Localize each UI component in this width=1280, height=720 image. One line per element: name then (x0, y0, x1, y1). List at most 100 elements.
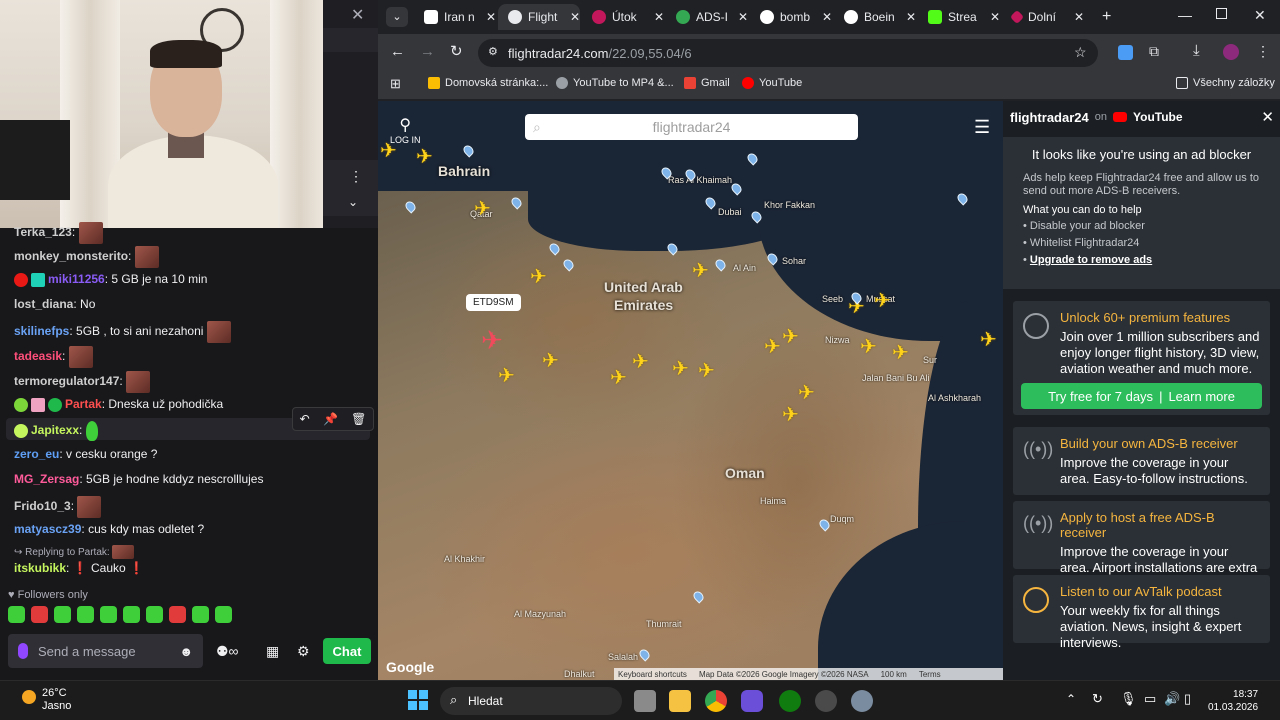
tab-close-icon[interactable]: ✕ (738, 10, 748, 24)
tab[interactable]: Útok ✕ (582, 4, 664, 30)
aircraft-icon[interactable]: ✈ (874, 291, 891, 311)
settings-icon[interactable] (851, 690, 873, 712)
clock[interactable]: 18:37 01.03.2026 (1208, 688, 1258, 714)
pin-icon[interactable]: 📌 (323, 412, 338, 426)
aircraft-icon[interactable]: ✈ (764, 337, 781, 357)
bookmark-star-icon[interactable]: ☆ (1074, 44, 1087, 61)
username[interactable]: Japitexx (31, 423, 79, 437)
chevron-up-icon[interactable]: ⌃ (1066, 692, 1076, 706)
bookmark[interactable]: Domovská stránka:... (428, 77, 548, 89)
aircraft-icon[interactable]: ✈ (542, 351, 559, 371)
undo-icon[interactable]: ↶ (300, 412, 310, 426)
tab-close-icon[interactable]: ✕ (570, 10, 580, 24)
map-search[interactable]: ⌕ flightradar24 (525, 114, 858, 140)
tab-close-icon[interactable]: ✕ (1074, 10, 1084, 24)
chat-button[interactable]: Chat (323, 638, 371, 664)
task-view-icon[interactable] (634, 690, 656, 712)
tab-search-icon[interactable]: ⌄ (386, 7, 408, 27)
forward-icon[interactable]: → (420, 43, 435, 60)
obs-icon[interactable] (815, 690, 837, 712)
extension-icon[interactable] (1118, 45, 1133, 60)
apps-grid-icon[interactable]: ⊞ (390, 76, 401, 92)
tab[interactable]: Strea ✕ (918, 4, 1000, 30)
profile-avatar[interactable] (1223, 44, 1239, 60)
aircraft-icon[interactable]: ✈ (498, 366, 515, 386)
tab[interactable]: Dolní ✕ (1002, 4, 1084, 30)
tab-close-icon[interactable]: ✕ (822, 10, 832, 24)
download-icon[interactable]: ⤓ (1193, 42, 1200, 59)
bookmark[interactable]: Gmail (684, 77, 730, 89)
close-icon[interactable]: ✕ (351, 5, 364, 25)
username[interactable]: monkey_monsterito (14, 249, 128, 263)
receiver-pin-icon[interactable] (691, 589, 706, 604)
receiver-pin-icon[interactable] (713, 257, 728, 272)
tab[interactable]: bomb ✕ (750, 4, 832, 30)
tab[interactable]: Boein ✕ (834, 4, 916, 30)
settings-icon[interactable]: ⚙ (297, 643, 310, 660)
emote-button[interactable] (31, 606, 48, 623)
aircraft-icon[interactable]: ✈ (798, 383, 815, 403)
receiver-pin-icon[interactable] (509, 195, 524, 210)
aircraft-icon[interactable]: ✈ (416, 147, 433, 167)
flight-map[interactable]: ⚲ LOG IN ⌕ flightradar24 ☰ Bahrain United … (378, 101, 1003, 680)
microphone-icon[interactable] (18, 643, 28, 659)
file-explorer-icon[interactable] (669, 690, 691, 712)
aircraft-icon[interactable]: ✈ (980, 330, 997, 350)
more-icon[interactable]: ⋮ (349, 168, 363, 185)
username[interactable]: miki11256 (48, 272, 105, 286)
aircraft-icon[interactable]: ✈ (782, 405, 799, 425)
emote-button[interactable] (100, 606, 117, 623)
emote-button[interactable] (215, 606, 232, 623)
hamburger-menu-icon[interactable]: ☰ (974, 117, 990, 138)
tab-close-icon[interactable]: ✕ (906, 10, 916, 24)
username[interactable]: Terka_123 (14, 225, 72, 239)
username[interactable]: termoregulator147 (14, 374, 119, 388)
receiver-pin-icon[interactable] (547, 241, 562, 256)
new-tab-icon[interactable]: + (1102, 8, 1111, 26)
site-info-icon[interactable]: ⚙ (488, 45, 498, 58)
menu-icon[interactable]: ⋮ (1256, 43, 1270, 60)
callsign-label[interactable]: ETD9SM (466, 294, 521, 311)
receiver-pin-icon[interactable] (403, 199, 418, 214)
podcast-card[interactable]: Listen to our AvTalk podcast Your weekly… (1013, 575, 1270, 650)
username[interactable]: Partak (65, 397, 102, 411)
emote-button[interactable] (123, 606, 140, 623)
aircraft-icon[interactable]: ✈ (698, 361, 715, 381)
emote-button[interactable] (146, 606, 163, 623)
aircraft-icon[interactable]: ✈ (632, 352, 649, 372)
username[interactable]: skilinefps (14, 324, 69, 338)
aircraft-icon[interactable]: ✈ (692, 261, 709, 281)
sync-icon[interactable]: ↻ (1092, 691, 1103, 707)
emote-button[interactable] (169, 606, 186, 623)
app-icon[interactable] (741, 690, 763, 712)
tab[interactable]: Iran n ✕ (414, 4, 496, 30)
tab-active[interactable]: Flight ✕ (498, 4, 580, 30)
delete-icon[interactable]: 🗑 (351, 412, 366, 426)
tab-close-icon[interactable]: ✕ (486, 10, 496, 24)
aircraft-icon[interactable]: ✈ (610, 368, 627, 388)
maximize-icon[interactable] (1216, 8, 1227, 19)
help-option[interactable]: • Upgrade to remove ads (1023, 254, 1260, 266)
tab[interactable]: ADS-I ✕ (666, 4, 748, 30)
extensions-puzzle-icon[interactable]: ⧉ (1149, 43, 1159, 60)
terms-link[interactable]: Terms (919, 670, 941, 679)
window-close-icon[interactable]: ✕ (1254, 7, 1266, 24)
username[interactable]: Frido10_3 (14, 499, 71, 513)
receiver-pin-icon[interactable] (561, 257, 576, 272)
aircraft-icon[interactable]: ✈ (474, 199, 491, 219)
close-icon[interactable]: ✕ (1261, 108, 1274, 126)
username[interactable]: zero_eu (14, 447, 59, 461)
aircraft-icon[interactable]: ✈ (782, 327, 799, 347)
selected-aircraft-icon[interactable]: ✈ (481, 325, 503, 356)
receiver-card[interactable]: ((•)) Build your own ADS-B receiver Impr… (1013, 427, 1270, 495)
username[interactable]: MG_Zersag (14, 472, 79, 486)
aircraft-icon[interactable]: ✈ (892, 343, 909, 363)
aircraft-icon[interactable]: ✈ (672, 359, 689, 379)
start-button[interactable] (408, 690, 428, 710)
chrome-icon[interactable] (705, 690, 727, 712)
try-free-button[interactable]: Try free for 7 days | Learn more (1021, 383, 1262, 409)
weather-widget[interactable]: 26°C Jasno (22, 687, 71, 713)
username[interactable]: itskubikk (14, 561, 66, 575)
emote-button[interactable] (77, 606, 94, 623)
emote-button[interactable] (54, 606, 71, 623)
